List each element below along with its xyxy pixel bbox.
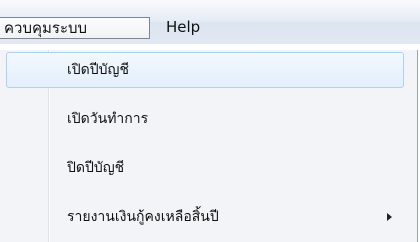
- menu-help[interactable]: Help: [162, 17, 204, 39]
- dropdown-menu: เปิดปีบัญชี เปิดวันทำการ ปิดปีบัญชี รายง…: [0, 50, 418, 242]
- menu-system-control[interactable]: ควบคุมระบบ: [0, 17, 150, 39]
- menu-item-close-fiscal-year[interactable]: ปิดปีบัญชี: [6, 150, 404, 186]
- menu-item-open-business-day[interactable]: เปิดวันทำการ: [6, 101, 404, 137]
- menu-item-open-fiscal-year[interactable]: เปิดปีบัญชี: [6, 52, 404, 88]
- menu-item-label: เปิดปีบัญชี: [67, 62, 129, 78]
- menu-item-label: รายงานเงินกู้คงเหลือสิ้นปี: [67, 209, 219, 225]
- menu-bar: ควบคุมระบบ Help: [0, 0, 420, 44]
- menu-item-label: ปิดปีบัญชี: [67, 160, 125, 176]
- menu-item-label: เปิดวันทำการ: [67, 111, 149, 127]
- menu-item-year-end-loan-report[interactable]: รายงานเงินกู้คงเหลือสิ้นปี: [6, 199, 404, 235]
- chevron-right-icon: [387, 213, 392, 221]
